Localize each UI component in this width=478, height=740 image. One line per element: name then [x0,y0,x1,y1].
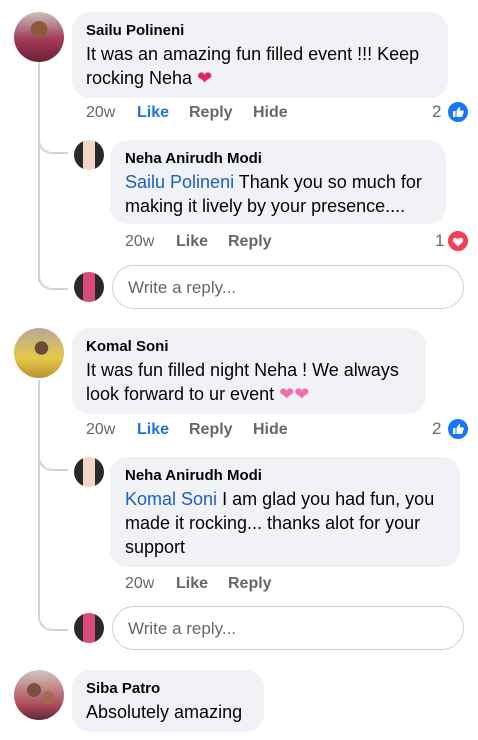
like-button[interactable]: Like [137,421,169,439]
reaction-count[interactable]: 2 [432,419,441,439]
reply-placeholder: Write a reply... [128,619,237,638]
comment-text: Absolutely amazing [86,702,243,722]
comment-time[interactable]: 20w [86,104,115,122]
thread-curve [38,130,68,154]
reply-button[interactable]: Reply [189,421,233,439]
like-button[interactable]: Like [137,104,169,122]
thread-curve [38,447,68,471]
reply-button[interactable]: Reply [228,575,272,593]
thumbs-up-icon [446,100,470,124]
comment-author[interactable]: Siba Patro [86,680,160,697]
hide-button[interactable]: Hide [253,421,288,439]
reply-text: Sailu Polineni Thank you so much for mak… [125,172,422,216]
thread-curve [38,607,68,631]
like-button[interactable]: Like [176,575,208,593]
heart-emoji: ❤ [197,68,213,89]
avatar [74,272,104,302]
comment-author[interactable]: Komal Soni [86,338,169,355]
reply-placeholder: Write a reply... [128,278,237,297]
reply-author[interactable]: Neha Anirudh Modi [125,150,262,167]
reaction-count[interactable]: 2 [432,102,441,122]
reply-author[interactable]: Neha Anirudh Modi [125,467,262,484]
avatar[interactable] [74,140,104,170]
hide-button[interactable]: Hide [253,104,288,122]
comment-text: It was fun filled night Neha ! We always… [86,360,399,405]
mention-link[interactable]: Komal Soni [125,489,217,509]
reply-time[interactable]: 20w [125,575,154,593]
two-hearts-emoji: ❤❤ [279,384,310,405]
comment-time[interactable]: 20w [86,421,115,439]
heart-icon [446,229,470,253]
avatar[interactable] [14,328,64,378]
reaction-count[interactable]: 1 [435,231,444,251]
comment-text: It was an amazing fun filled event !!! K… [86,44,420,89]
avatar[interactable] [14,12,64,62]
thumbs-up-icon [446,417,470,441]
mention-link[interactable]: Sailu Polineni [125,172,234,192]
thread-line [38,62,40,282]
avatar[interactable] [14,670,64,720]
avatar [74,613,104,643]
reply-text: Komal Soni I am glad you had fun, you ma… [125,489,435,557]
reply-button[interactable]: Reply [189,104,233,122]
like-button[interactable]: Like [176,233,208,251]
thread-line [38,380,40,620]
reply-button[interactable]: Reply [228,233,272,251]
avatar[interactable] [74,457,104,487]
reply-time[interactable]: 20w [125,233,154,251]
comment-author[interactable]: Sailu Polineni [86,22,184,39]
thread-curve [38,266,68,290]
